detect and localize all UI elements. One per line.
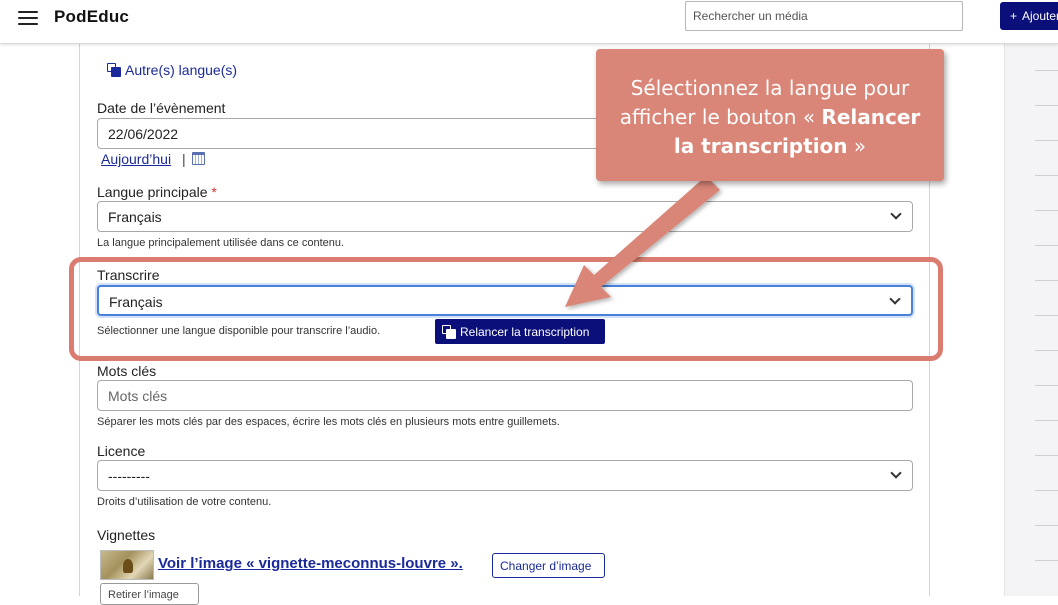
thumbnail-image: [100, 550, 154, 580]
right-sidebar: [1004, 44, 1058, 596]
plus-icon: +: [1010, 9, 1018, 23]
keywords-help: Séparer les mots clés par des espaces, é…: [97, 416, 560, 428]
today-link[interactable]: Aujourd’hui: [101, 151, 171, 167]
view-image-link[interactable]: Voir l’image « vignette-meconnus-louvre …: [158, 555, 463, 572]
translate-icon: [107, 63, 121, 77]
instruction-callout: Sélectionnez la langue pour afficher le …: [596, 49, 944, 181]
keywords-label: Mots clés: [97, 363, 157, 379]
add-media-button[interactable]: + Ajouter: [1000, 2, 1058, 30]
keywords-input[interactable]: Mots clés: [97, 380, 913, 411]
license-label: Licence: [97, 443, 146, 459]
license-select[interactable]: ---------: [97, 460, 913, 491]
main-language-select[interactable]: Français: [97, 201, 913, 232]
brand-logo[interactable]: PodEduc: [54, 7, 129, 27]
required-marker: *: [211, 184, 217, 200]
top-bar: PodEduc +Ajouter: [0, 0, 1058, 44]
main-language-help: La langue principalement utilisée dans c…: [97, 237, 345, 249]
highlight-frame: [69, 257, 943, 361]
chevron-down-icon: [890, 467, 902, 479]
thumbnails-label: Vignettes: [97, 527, 156, 543]
other-languages-link[interactable]: Autre(s) langue(s): [107, 62, 237, 78]
main-language-label: Langue principale *: [97, 184, 217, 200]
search-input[interactable]: [685, 1, 963, 31]
separator: |: [182, 151, 186, 167]
change-image-button[interactable]: Changer d’image: [492, 553, 605, 578]
chevron-down-icon: [890, 208, 902, 220]
event-date-input[interactable]: 22/06/2022: [97, 118, 607, 149]
menu-icon[interactable]: [18, 11, 38, 27]
event-date-label: Date de l’évènement: [97, 100, 226, 116]
calendar-icon[interactable]: [192, 152, 205, 165]
license-help: Droits d’utilisation de votre contenu.: [97, 496, 272, 508]
remove-image-button[interactable]: Retirer l’image: [100, 583, 199, 605]
